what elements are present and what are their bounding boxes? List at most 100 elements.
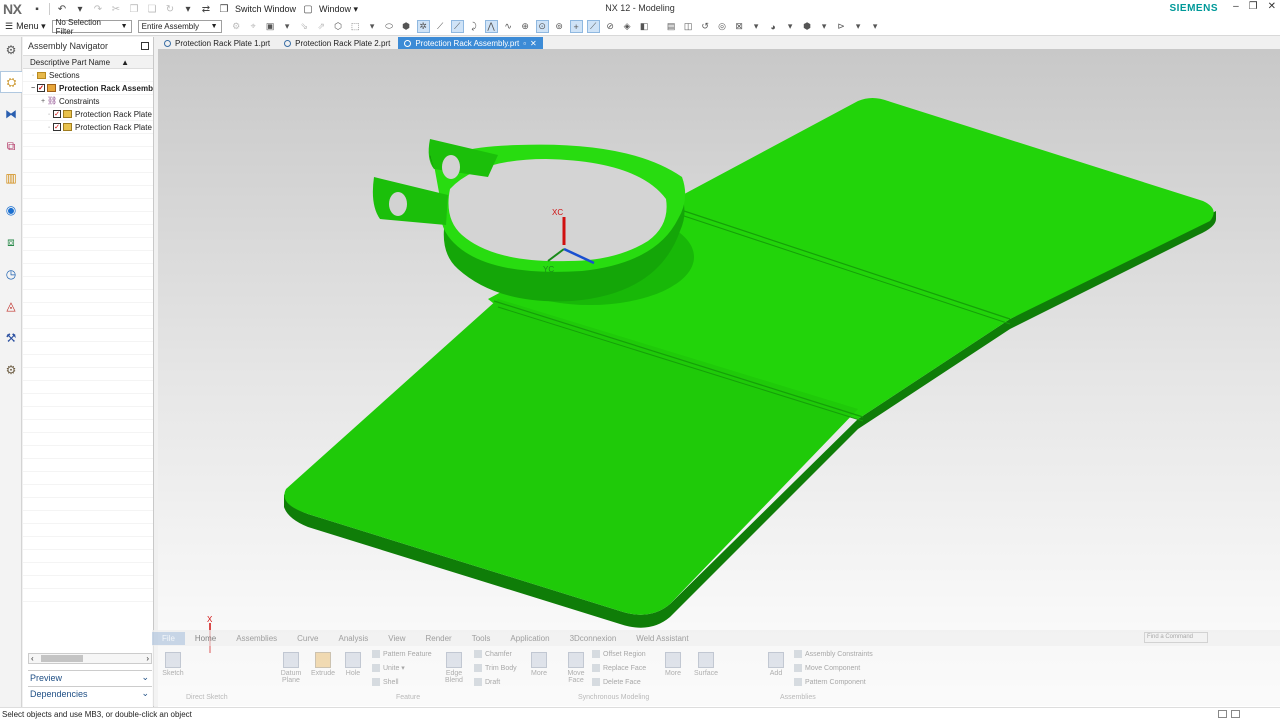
select-body-icon[interactable]: ⇗: [315, 20, 328, 33]
datum-plane-button[interactable]: Datum Plane: [278, 652, 304, 684]
redo-icon[interactable]: ↷: [92, 3, 104, 15]
extrude-button[interactable]: Extrude: [310, 652, 336, 677]
select-all-icon[interactable]: ▣: [264, 20, 277, 33]
arc-center-icon[interactable]: ⊕: [519, 20, 532, 33]
control-point-icon[interactable]: ⤸: [468, 20, 481, 33]
pattern-component-button[interactable]: Pattern Component: [794, 678, 866, 686]
tree-row-assembly[interactable]: − ✓ Protection Rack Assemb: [23, 82, 153, 95]
dependencies-section[interactable]: Dependencies ⌄: [28, 686, 152, 700]
tab-3dconnexion[interactable]: 3Dconnexion: [560, 634, 627, 643]
curve-point-icon[interactable]: ∿: [502, 20, 515, 33]
expand-icon[interactable]: +: [39, 98, 47, 105]
system-materials-icon[interactable]: ◬: [0, 295, 22, 317]
process-studio-icon[interactable]: ⚒: [0, 327, 22, 349]
hole-button[interactable]: Hole: [342, 652, 364, 677]
close-tab-icon[interactable]: ✕: [530, 39, 537, 48]
scroll-left-icon[interactable]: ‹: [31, 654, 34, 663]
trim-body-button[interactable]: Trim Body: [474, 664, 517, 672]
intersection-icon[interactable]: ⋀: [484, 20, 498, 33]
hd3d-tools-icon[interactable]: ◉: [0, 199, 22, 221]
replace-face-button[interactable]: Replace Face: [592, 664, 646, 672]
tab-home[interactable]: Home: [185, 634, 226, 643]
graphics-viewport[interactable]: XC YC X: [158, 49, 1280, 707]
tab-plate-1[interactable]: Protection Rack Plate 1.prt: [158, 37, 276, 49]
reuse-library-icon[interactable]: ▥: [0, 167, 22, 189]
shading-icon[interactable]: ◕: [767, 20, 780, 33]
view-dropdown-icon[interactable]: ▾: [750, 20, 763, 33]
undo-dropdown-icon[interactable]: ▾: [74, 3, 86, 15]
more-feature-button[interactable]: More: [528, 652, 550, 677]
more-dropdown-icon[interactable]: ▾: [182, 3, 194, 15]
touch-mode-icon[interactable]: ⇄: [200, 3, 212, 15]
move-face-button[interactable]: Move Face: [564, 652, 588, 684]
tab-render[interactable]: Render: [415, 634, 461, 643]
tab-curve[interactable]: Curve: [287, 634, 328, 643]
shading-dropdown-icon[interactable]: ▾: [784, 20, 797, 33]
tab-assemblies[interactable]: Assemblies: [226, 634, 287, 643]
status-layout-icon[interactable]: [1218, 710, 1227, 718]
copy-icon[interactable]: ❐: [128, 3, 140, 15]
part-navigator-icon[interactable]: ⧉: [0, 135, 22, 157]
existing-point-icon[interactable]: +: [569, 20, 583, 33]
fit-icon[interactable]: ◎: [716, 20, 729, 33]
switch-window-icon[interactable]: ❐: [218, 3, 230, 15]
undo-icon[interactable]: ↶: [56, 3, 68, 15]
snap-dropdown-icon[interactable]: ▾: [281, 20, 294, 33]
more-tools-dropdown-icon[interactable]: ▾: [852, 20, 865, 33]
gear-icon[interactable]: ⚙: [0, 39, 22, 61]
repeat-command-icon[interactable]: ↻: [164, 3, 176, 15]
work-layer-icon[interactable]: ▤: [665, 20, 678, 33]
delete-face-button[interactable]: Delete Face: [592, 678, 641, 686]
surface-button[interactable]: Surface: [692, 652, 720, 677]
more-sync-button[interactable]: More: [662, 652, 684, 677]
draft-button[interactable]: Draft: [474, 678, 500, 686]
quadrant-icon[interactable]: ⊚: [553, 20, 566, 33]
horizontal-scrollbar[interactable]: ‹ ›: [28, 653, 152, 664]
pin-icon[interactable]: ▫: [523, 39, 526, 48]
filter-reset-icon[interactable]: ⚙: [230, 20, 243, 33]
close-icon[interactable]: ✕: [1268, 1, 1276, 12]
tree-row-part-1[interactable]: · ✓ Protection Rack Plate: [23, 108, 153, 121]
assembly-navigator-icon[interactable]: ⛭: [0, 71, 22, 93]
paste-icon[interactable]: ❏: [146, 3, 158, 15]
move-component-button[interactable]: Move Component: [794, 664, 860, 672]
mid-point-icon[interactable]: ⟋: [450, 20, 464, 33]
orient-view-icon[interactable]: ⬢: [801, 20, 814, 33]
save-icon[interactable]: ▪: [31, 3, 43, 15]
scroll-right-icon[interactable]: ›: [146, 654, 149, 663]
select-feature-icon[interactable]: ⇘: [298, 20, 311, 33]
maximize-icon[interactable]: [141, 42, 149, 50]
general-selection-icon[interactable]: ⌖: [247, 20, 260, 33]
assembly-constraints-button[interactable]: Assembly Constraints: [794, 650, 873, 658]
roles-icon[interactable]: ⚙: [0, 359, 22, 381]
orient-view-dropdown-icon[interactable]: ▾: [818, 20, 831, 33]
tab-analysis[interactable]: Analysis: [328, 634, 378, 643]
tree-row-constraints[interactable]: + ⛓ Constraints: [23, 95, 153, 108]
rotate-icon[interactable]: ↺: [699, 20, 712, 33]
rectangle-select-dropdown-icon[interactable]: ▾: [366, 20, 379, 33]
view-orient-icon[interactable]: ⬭: [383, 20, 396, 33]
snap-grid-icon[interactable]: ◧: [638, 20, 651, 33]
shell-button[interactable]: Shell: [372, 678, 399, 686]
scroll-thumb[interactable]: [41, 655, 83, 662]
find-command-input[interactable]: Find a Command: [1144, 632, 1208, 643]
history-icon[interactable]: ◷: [0, 263, 22, 285]
tab-application[interactable]: Application: [500, 634, 559, 643]
edge-blend-button[interactable]: Edge Blend: [442, 652, 466, 684]
toolbar-options-icon[interactable]: ▾: [869, 20, 882, 33]
column-header[interactable]: Descriptive Part Name ▲: [23, 55, 153, 69]
switch-window-button[interactable]: Switch Window: [235, 4, 296, 14]
tab-assembly[interactable]: Protection Rack Assembly.prt ▫ ✕: [398, 37, 543, 49]
tab-tools[interactable]: Tools: [462, 634, 501, 643]
window-menu-button[interactable]: Window ▾: [319, 4, 358, 15]
layer-settings-icon[interactable]: ◫: [682, 20, 695, 33]
checkbox[interactable]: ✓: [53, 123, 61, 131]
window-icon[interactable]: ▢: [302, 3, 314, 15]
web-browser-icon[interactable]: ⧈: [0, 231, 22, 253]
tab-weld-assistant[interactable]: Weld Assistant: [626, 634, 698, 643]
collapse-icon[interactable]: −: [29, 85, 37, 92]
type-filter-dropdown[interactable]: No Selection Filter ▼: [51, 18, 132, 36]
tree-row-part-2[interactable]: · ✓ Protection Rack Plate: [23, 121, 153, 134]
sketch-button[interactable]: Sketch: [162, 652, 184, 677]
chamfer-button[interactable]: Chamfer: [474, 650, 512, 658]
